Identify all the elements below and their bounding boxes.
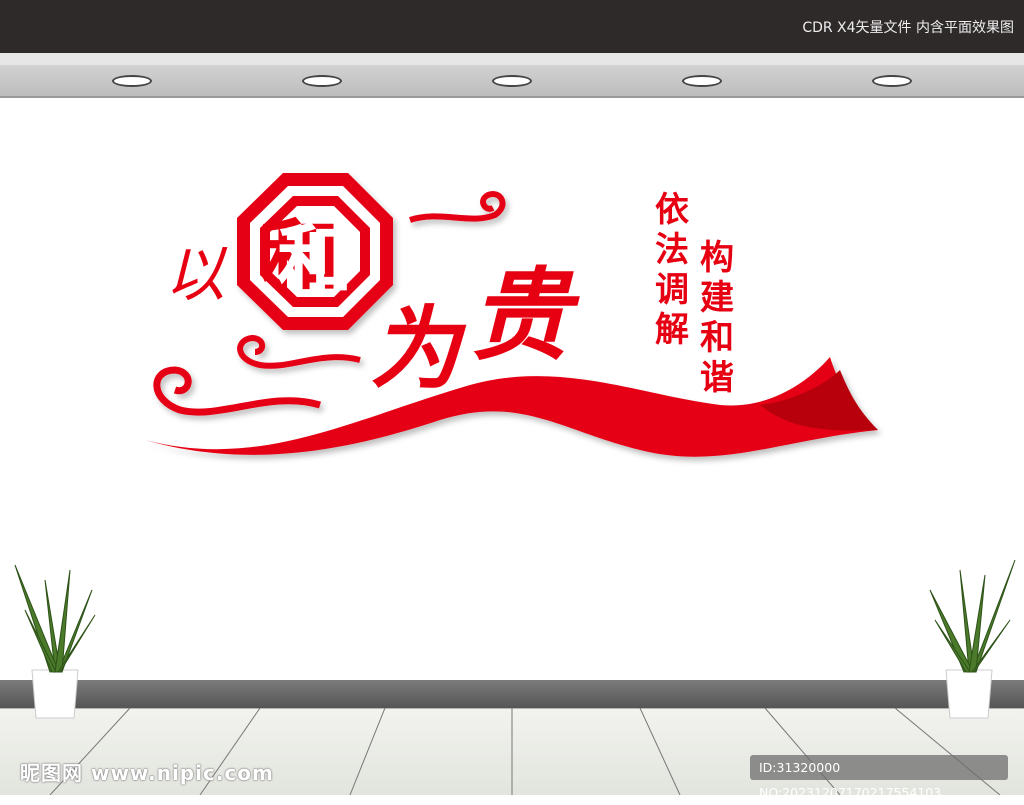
title-char-yi: 以 [165, 240, 228, 310]
title-char-wei: 为 [370, 296, 467, 402]
potted-plant-left [14, 564, 96, 719]
title-char-he-fill: 和 [277, 216, 353, 305]
swirl-left-2 [237, 334, 361, 369]
swirl-left [153, 366, 322, 416]
image-id-label: ID:31320000 NO:20231207170217554103 [750, 755, 1008, 800]
wall-artwork: 和 和 以 为 贵 [14, 173, 1016, 719]
title-char-gui: 贵 [470, 256, 580, 374]
potted-plant-right [929, 559, 1016, 719]
watermark: 昵图网 www.nipic.com [20, 761, 274, 785]
slogan-column-2: 构建和谐 [700, 238, 734, 398]
slogan-column-1: 依法调解 [655, 190, 689, 350]
swirl-top [409, 191, 506, 223]
